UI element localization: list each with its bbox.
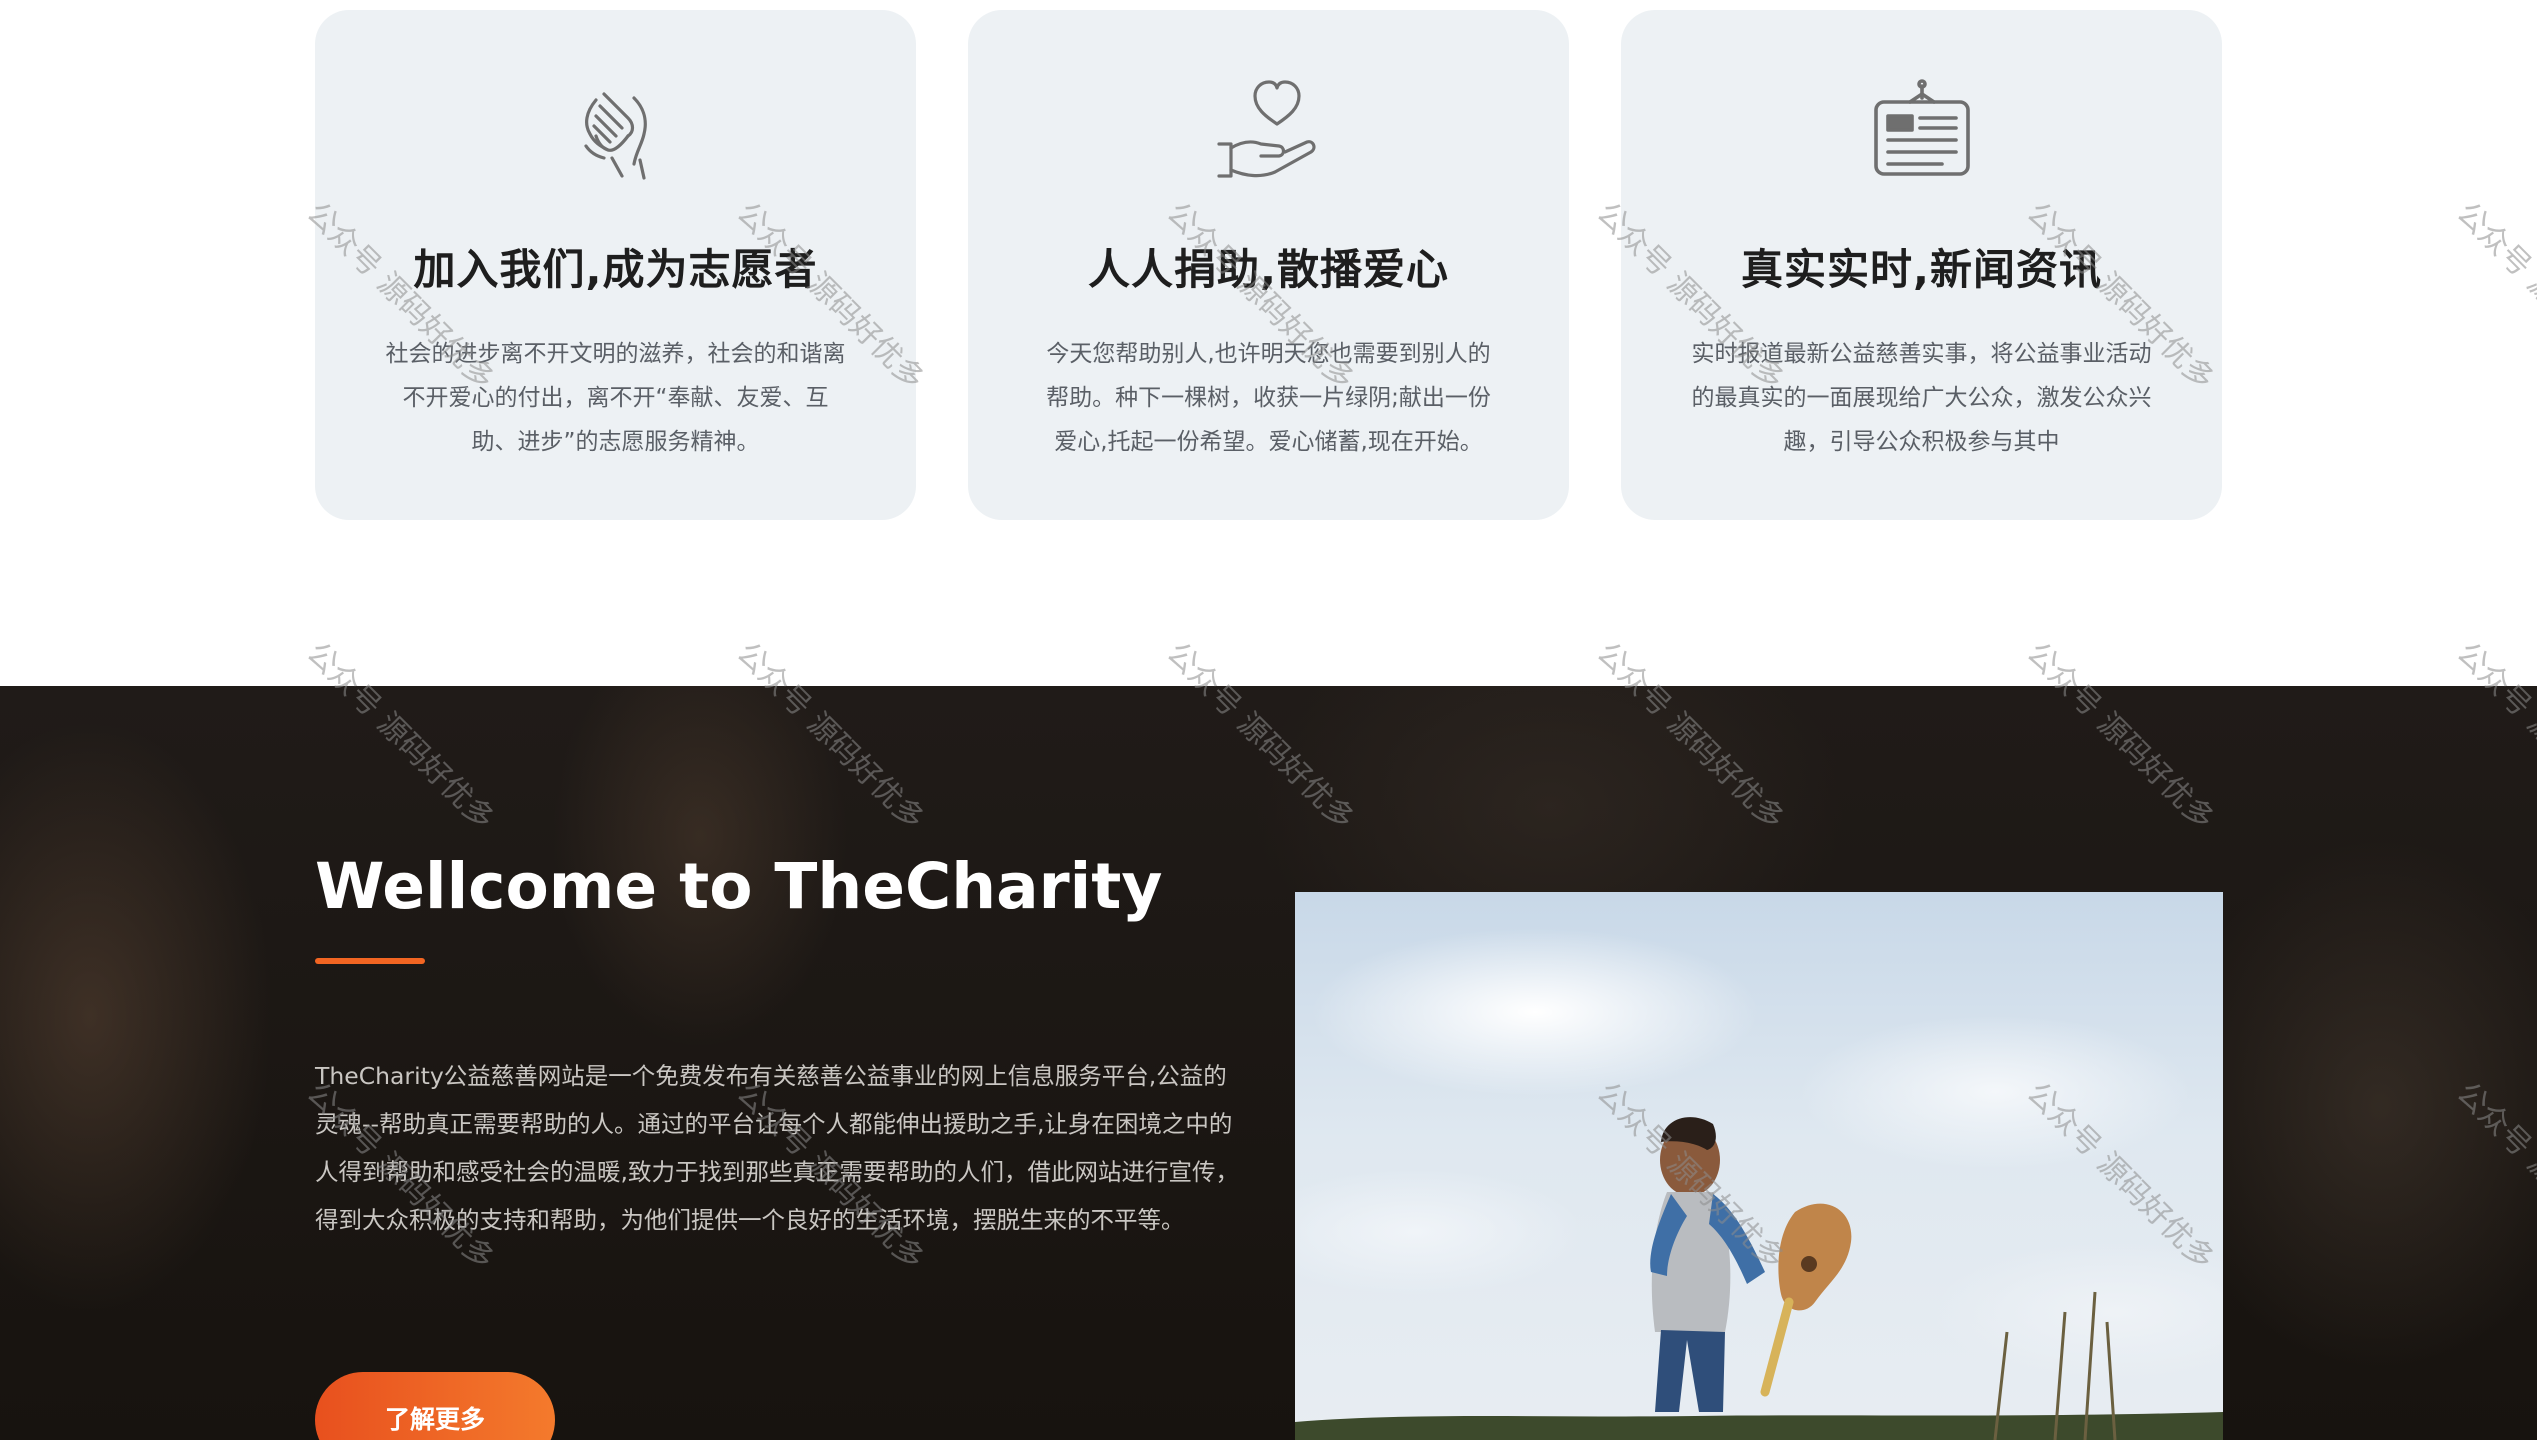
hands-clasp-icon xyxy=(556,72,676,192)
feature-card-volunteer[interactable]: 加入我们,成为志愿者 社会的进步离不开文明的滋养，社会的和谐离不开爱心的付出，离… xyxy=(315,10,916,520)
welcome-title: Wellcome to TheCharity xyxy=(315,850,1163,923)
welcome-description: TheCharity公益慈善网站是一个免费发布有关慈善公益事业的网上信息服务平台… xyxy=(315,1062,1239,1234)
feature-title: 人人捐助,散播爱心 xyxy=(1088,245,1449,294)
news-board-icon xyxy=(1862,72,1982,192)
feature-card-donate[interactable]: 人人捐助,散播爱心 今天您帮助别人,也许明天您也需要到别人的帮助。种下一棵树，收… xyxy=(968,10,1569,520)
title-underline xyxy=(315,958,425,964)
learn-more-button[interactable]: 了解更多 xyxy=(315,1372,555,1440)
features-section: 加入我们,成为志愿者 社会的进步离不开文明的滋养，社会的和谐离不开爱心的付出，离… xyxy=(0,0,2537,686)
feature-description: 今天您帮助别人,也许明天您也需要到别人的帮助。种下一棵树，收获一片绿阴;献出一份… xyxy=(1046,341,1491,455)
boy-with-guitar-photo xyxy=(1295,892,2223,1440)
feature-description: 社会的进步离不开文明的滋养，社会的和谐离不开爱心的付出，离不开“奉献、友爱、互助… xyxy=(385,341,846,455)
feature-description: 实时报道最新公益慈善实事，将公益事业活动的最真实的一面展现给广大公众，激发公众兴… xyxy=(1691,341,2152,455)
feature-title: 真实实时,新闻资讯 xyxy=(1741,245,2102,294)
heart-in-hand-icon xyxy=(1209,72,1329,192)
feature-title: 加入我们,成为志愿者 xyxy=(413,245,818,294)
welcome-section: Wellcome to TheCharity TheCharity公益慈善网站是… xyxy=(0,686,2537,1440)
feature-card-news[interactable]: 真实实时,新闻资讯 实时报道最新公益慈善实事，将公益事业活动的最真实的一面展现给… xyxy=(1621,10,2222,520)
